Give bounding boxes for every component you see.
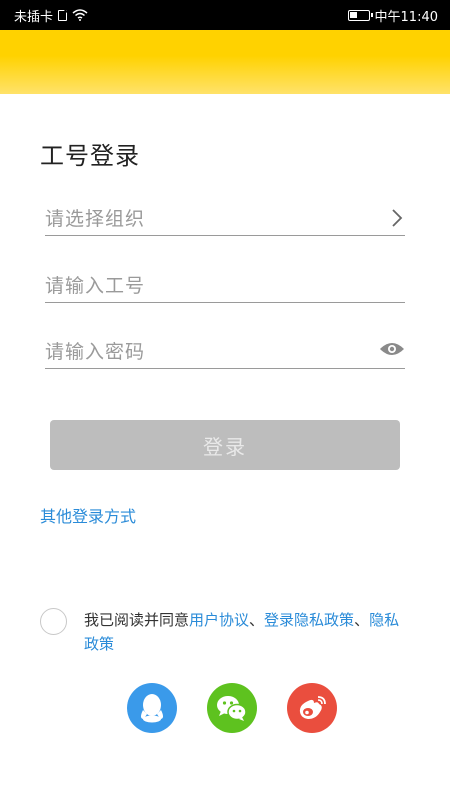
wechat-icon (217, 696, 247, 721)
wifi-icon (72, 9, 88, 21)
chevron-right-icon (389, 208, 405, 228)
eye-icon[interactable] (379, 341, 405, 361)
status-left: 未插卡 (14, 6, 88, 25)
sim-icon (58, 9, 68, 21)
employee-id-placeholder: 请输入工号 (45, 275, 146, 297)
weibo-login-button[interactable] (287, 683, 337, 733)
page-title: 工号登录 (40, 142, 140, 170)
password-placeholder: 请输入密码 (45, 341, 146, 363)
wechat-login-button[interactable] (207, 683, 257, 733)
login-button[interactable]: 登录 (50, 420, 400, 470)
weibo-icon (299, 696, 326, 719)
agreement-sep-1: 、 (249, 611, 265, 629)
agreement-sep-2: 、 (354, 611, 370, 629)
other-login-link[interactable]: 其他登录方式 (40, 503, 136, 527)
qq-icon (141, 694, 163, 723)
user-agreement-link[interactable]: 用户协议 (189, 611, 249, 629)
org-placeholder: 请选择组织 (45, 208, 146, 230)
login-privacy-link[interactable]: 登录隐私政策 (264, 611, 354, 629)
header-band (0, 30, 450, 94)
qq-login-button[interactable] (127, 683, 177, 733)
status-bar: 未插卡 中午11:40 (0, 0, 450, 30)
password-field[interactable]: 请输入密码 (45, 333, 405, 369)
battery-icon (347, 9, 373, 21)
employee-id-field[interactable]: 请输入工号 (45, 267, 405, 303)
carrier-text: 未插卡 (14, 9, 54, 25)
agreement-text: 我已阅读并同意用户协议、登录隐私政策、隐私政策 (84, 608, 414, 656)
org-select-field[interactable]: 请选择组织 (45, 200, 405, 236)
agreement-checkbox[interactable] (40, 608, 67, 635)
clock-text: 中午11:40 (374, 9, 438, 25)
agreement-prefix: 我已阅读并同意 (84, 611, 190, 629)
status-right: 中午11:40 (347, 6, 438, 25)
